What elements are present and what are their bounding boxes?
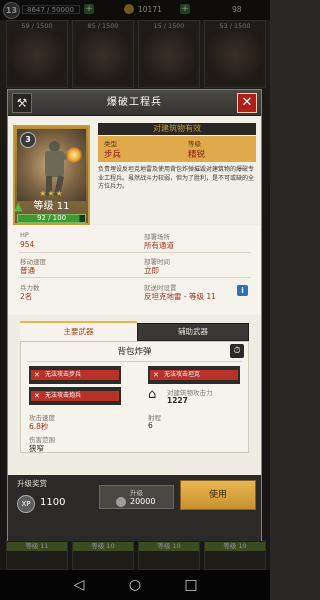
upgrade-label: 升级 (130, 489, 143, 497)
dialog-header: ⚒ 爆破工程兵 ✕ (8, 90, 261, 116)
stat-value: 反坦克地雷 - 等级 11 (144, 292, 216, 301)
unit-stats: HP 954 部署场所 所有通道 移动速度 普通 部署时间 立即 兵力数 2名 … (8, 225, 261, 315)
explosion-icon (66, 147, 82, 163)
building-attack-value: 1227 (167, 396, 188, 405)
recents-icon[interactable]: □ (182, 576, 200, 594)
info-button[interactable]: i (237, 285, 248, 296)
unit-description: 负责埋设反坦克地雷及使用背包炸弹摧毁对建筑物的爆破专业工程兵。虽然战斗力较弱，但… (98, 166, 255, 190)
upgrade-cost: 20000 (130, 497, 156, 506)
back-icon[interactable]: ◁ (70, 576, 88, 594)
upgrade-button[interactable]: 升级 20000 (99, 485, 174, 509)
stat-value: 954 (20, 240, 35, 249)
divider (18, 252, 251, 253)
stopwatch-icon[interactable]: ⏱ (230, 344, 244, 358)
close-button[interactable]: ✕ (237, 93, 257, 113)
tab-main-weapon[interactable]: 主要武器 (20, 321, 137, 341)
divider (18, 277, 251, 278)
type-label: 类型 (104, 140, 117, 148)
rank-value: 精锐 (188, 150, 206, 160)
home-icon[interactable]: ○ (126, 576, 144, 594)
dialog-footer: 升级奖赏 XP 1100 升级 20000 使用 (8, 475, 261, 541)
upgrade-reward-label: 升级奖赏 (17, 479, 47, 488)
unit-detail-dialog: ⚒ 爆破工程兵 ✕ ★★★ 3 ▲ 等级 11 92 / 100 对建筑物有效 … (7, 89, 262, 541)
card-progress: 92 / 100 (17, 214, 86, 223)
unit-card: ★★★ 3 ▲ 等级 11 92 / 100 (13, 125, 90, 225)
stat-value: 所有通道 (144, 241, 174, 250)
stat-value: 普通 (20, 266, 35, 275)
damage-range-value: 狭窄 (29, 444, 44, 453)
xp-icon: XP (17, 495, 35, 513)
divider (27, 361, 242, 362)
weapon-panel: 背包炸弹 ⏱ 无法攻击步兵 无法攻击坦克 无法攻击炮兵 ⌂ 对建筑物攻击力 12… (20, 341, 249, 453)
attack-speed-value: 6.8秒 (29, 422, 49, 431)
stat-value: 立即 (144, 266, 159, 275)
bad-target-infantry: 无法攻击步兵 (31, 370, 119, 380)
stat-value: 2名 (20, 292, 33, 301)
stat-label: HP (20, 231, 29, 239)
dialog-title: 爆破工程兵 (107, 97, 162, 108)
rank-stars: ★★★ (39, 189, 64, 198)
unit-level: 等级 11 (33, 201, 70, 212)
use-button[interactable]: 使用 (180, 480, 256, 510)
unit-overview: ★★★ 3 ▲ 等级 11 92 / 100 对建筑物有效 类型 步兵 等级 精… (8, 116, 261, 225)
bad-target-artillery: 无法攻击炮兵 (31, 391, 119, 401)
type-rank-box: 类型 步兵 等级 精锐 (98, 136, 256, 162)
coin-icon (116, 497, 126, 507)
system-nav-bar: ◁ ○ □ (0, 570, 270, 600)
rank-label: 等级 (188, 140, 201, 148)
unit-subtitle: 对建筑物有效 (98, 123, 256, 135)
building-icon: ⌂ (148, 387, 157, 402)
wrench-icon[interactable]: ⚒ (12, 93, 32, 113)
weapon-name: 背包炸弹 (117, 347, 152, 357)
tab-secondary-weapon[interactable]: 辅助武器 (137, 323, 249, 341)
rank-badge: 3 (20, 132, 36, 148)
type-value: 步兵 (104, 150, 122, 160)
unit-portrait: ★★★ 3 (17, 129, 86, 201)
xp-reward-value: 1100 (40, 497, 66, 508)
range-value: 6 (148, 421, 153, 430)
bad-target-tank: 无法攻击坦克 (150, 370, 238, 380)
